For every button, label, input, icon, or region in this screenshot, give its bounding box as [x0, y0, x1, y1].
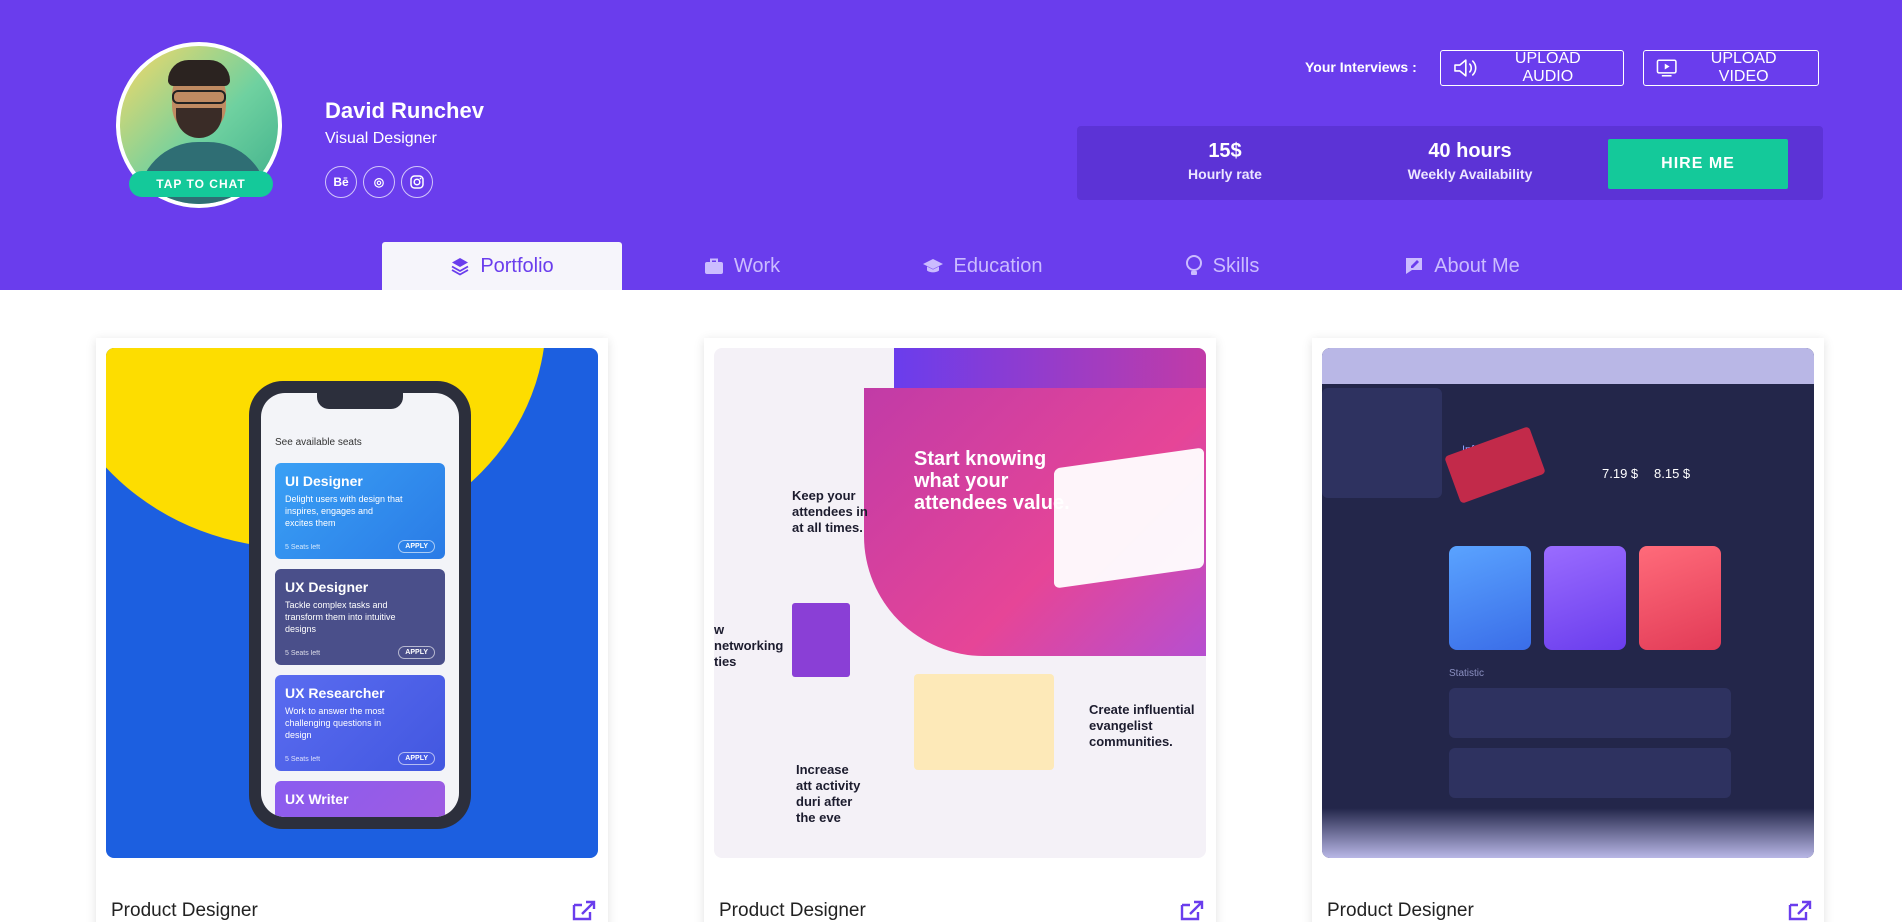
external-link-icon[interactable] — [1786, 900, 1812, 922]
interviews-label: Your Interviews : — [1305, 59, 1417, 75]
card-title: Product Designer — [719, 900, 866, 921]
instagram-icon[interactable] — [401, 166, 433, 198]
graduation-cap-icon — [922, 259, 943, 273]
upload-audio-button[interactable]: UPLOAD AUDIO — [1440, 50, 1624, 86]
tab-about-me-label: About Me — [1434, 254, 1520, 277]
tap-to-chat-button[interactable]: TAP TO CHAT — [129, 171, 273, 197]
job-card: UI Designer Delight users with design th… — [275, 463, 445, 559]
hourly-rate-stat: 15$ Hourly rate — [1165, 140, 1285, 182]
profile-header: TAP TO CHAT David Runchev Visual Designe… — [0, 0, 1902, 290]
hourly-rate-label: Hourly rate — [1188, 166, 1262, 182]
lightbulb-icon — [1185, 255, 1202, 275]
tab-work[interactable]: Work — [622, 242, 862, 290]
tab-education-label: Education — [953, 254, 1043, 277]
external-link-icon[interactable] — [570, 900, 596, 922]
card-title: Product Designer — [1327, 900, 1474, 921]
upload-video-label: UPLOAD VIDEO — [1710, 50, 1777, 85]
behance-icon[interactable]: Bē — [325, 166, 357, 198]
weekly-availability-value: 40 hours — [1428, 140, 1512, 162]
job-card: UX Researcher Work to answer the most ch… — [275, 675, 445, 771]
hire-me-button[interactable]: HIRE ME — [1608, 139, 1788, 189]
weekly-availability-label: Weekly Availability — [1407, 166, 1533, 182]
profile-tabs: Portfolio Work Education Skills About Me — [382, 242, 1582, 290]
external-link-icon[interactable] — [1178, 900, 1204, 922]
tab-about-me[interactable]: About Me — [1342, 242, 1582, 290]
portfolio-thumbnail[interactable]: Information 7.19 $ 8.15 $ Statistic — [1322, 348, 1814, 858]
weekly-availability-stat: 40 hours Weekly Availability — [1380, 140, 1560, 182]
social-links: Bē ◎ — [325, 166, 433, 198]
job-card: UX Designer Tackle complex tasks and tra… — [275, 569, 445, 665]
mock-headline: Start knowing what your attendees value. — [914, 448, 1070, 514]
portfolio-card[interactable]: See available seats UI Designer Delight … — [96, 338, 608, 922]
upload-audio-label: UPLOAD AUDIO — [1514, 50, 1581, 85]
rate-panel: 15$ Hourly rate 40 hours Weekly Availabi… — [1077, 126, 1823, 200]
card-title: Product Designer — [111, 900, 258, 921]
tab-skills[interactable]: Skills — [1102, 242, 1342, 290]
job-card: UX Writer — [275, 781, 445, 817]
portfolio-card[interactable]: Information 7.19 $ 8.15 $ Statistic Prod… — [1312, 338, 1824, 922]
profile-name: David Runchev — [325, 98, 484, 123]
tab-skills-label: Skills — [1212, 254, 1260, 277]
hourly-rate-value: 15$ — [1208, 140, 1242, 162]
layers-icon — [451, 258, 469, 276]
dribbble-icon[interactable]: ◎ — [363, 166, 395, 198]
briefcase-icon — [704, 258, 723, 274]
upload-video-button[interactable]: UPLOAD VIDEO — [1643, 50, 1819, 86]
tab-education[interactable]: Education — [862, 242, 1102, 290]
edit-icon — [1406, 258, 1423, 274]
profile-role: Visual Designer — [325, 130, 437, 147]
portfolio-thumbnail[interactable]: See available seats UI Designer Delight … — [106, 348, 598, 858]
seats-heading: See available seats — [275, 437, 362, 448]
tab-portfolio-label: Portfolio — [480, 254, 554, 277]
tab-work-label: Work — [733, 254, 781, 277]
tab-portfolio[interactable]: Portfolio — [382, 242, 622, 290]
portfolio-card[interactable]: Start knowing what your attendees value.… — [704, 338, 1216, 922]
portfolio-thumbnail[interactable]: Start knowing what your attendees value.… — [714, 348, 1206, 858]
video-icon — [1656, 59, 1677, 77]
speaker-icon — [1454, 59, 1477, 77]
phone-mockup: See available seats UI Designer Delight … — [249, 381, 471, 829]
